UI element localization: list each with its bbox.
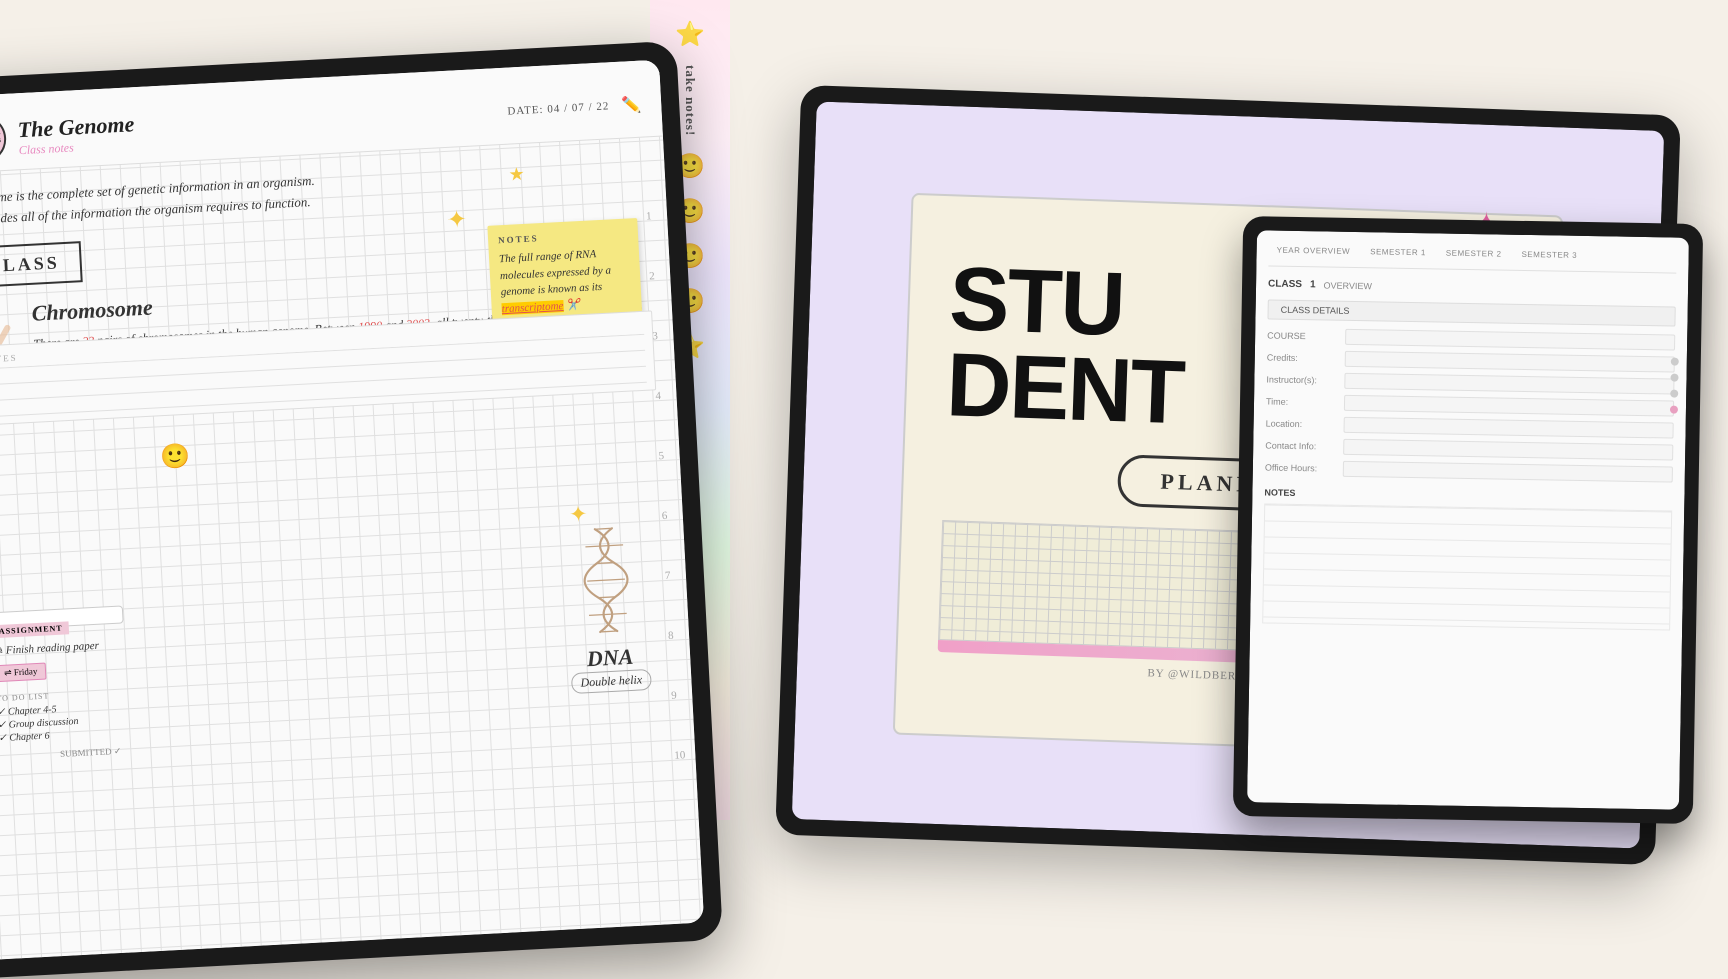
due-badge: ⇌ Friday	[0, 663, 47, 683]
right-tablet-front: YEAR OVERVIEW SEMESTER 1 SEMESTER 2 SEME…	[1233, 216, 1703, 824]
overview-link[interactable]: OVERVIEW	[1323, 280, 1372, 291]
class-detail-nav: YEAR OVERVIEW SEMESTER 1 SEMESTER 2 SEME…	[1268, 242, 1676, 273]
form-label-instructor: Instructor(s):	[1266, 374, 1336, 385]
form-input-contact[interactable]	[1343, 439, 1673, 461]
class-detail-header: CLASS 1 OVERVIEW	[1268, 278, 1676, 296]
form-input-location[interactable]	[1344, 417, 1674, 439]
form-row-location: Location:	[1266, 415, 1674, 438]
note-page: STUDY TIME FULL NOTES The Genome Class n…	[0, 60, 704, 961]
form-row-credits: Credits:	[1267, 349, 1675, 372]
row-num-4: 4	[655, 390, 667, 403]
tab-semester-2[interactable]: SEMESTER 2	[1438, 245, 1510, 261]
submitted-label: SUBMITTED ✓	[0, 746, 122, 763]
highlight-transcriptome: transcriptome	[501, 299, 563, 314]
dot-pink	[1670, 406, 1678, 414]
right-tablet-front-screen: YEAR OVERVIEW SEMESTER 1 SEMESTER 2 SEME…	[1247, 230, 1689, 809]
tab-year-overview[interactable]: YEAR OVERVIEW	[1269, 242, 1359, 259]
class-box: CLASS	[0, 241, 83, 288]
row-num-9: 9	[671, 689, 683, 702]
dna-sublabel: Double helix	[571, 669, 652, 694]
left-tablet: STUDY TIME FULL NOTES The Genome Class n…	[0, 41, 723, 979]
form-input-office[interactable]	[1343, 461, 1673, 483]
sticky-note-title: NOTES	[498, 229, 628, 246]
form-row-contact: Contact Info:	[1265, 437, 1673, 460]
form-row-instructor: Instructor(s):	[1266, 371, 1674, 394]
smiley-decoration: 🙂	[159, 442, 190, 473]
form-label-credits: Credits:	[1267, 352, 1337, 363]
note-date: DATE: 04 / 07 / 22	[507, 100, 610, 117]
form-row-office: Office Hours:	[1265, 459, 1673, 482]
side-dots	[1670, 358, 1679, 414]
star-decoration-1: ✦	[446, 205, 468, 235]
row-num-3: 3	[652, 330, 664, 343]
edit-icon[interactable]: ✏️	[621, 95, 642, 116]
planner-title: STU DENT	[945, 258, 1188, 437]
class-details-button[interactable]: CLASS DETAILS	[1267, 299, 1675, 326]
scene: ⭐ take notes! 🙂 🙂 🙂 🙂 ⭐ STUDY TIME FULL …	[0, 0, 1728, 972]
class-detail-label: CLASS	[1268, 278, 1302, 290]
dot-1	[1671, 358, 1679, 366]
dot-2	[1670, 374, 1678, 382]
row-num-1: 1	[646, 210, 658, 223]
form-label-location: Location:	[1266, 418, 1336, 429]
form-input-time[interactable]	[1344, 395, 1674, 417]
star-decoration-2: ★	[508, 164, 525, 186]
notes-section-header: NOTES	[1264, 487, 1672, 504]
assignment-tag: ASSIGNMENT	[0, 621, 69, 638]
note-intro: A genome is the complete set of genetic …	[0, 154, 646, 231]
form-input-course[interactable]	[1345, 329, 1675, 351]
form-label-time: Time:	[1266, 396, 1336, 407]
row-num-10: 10	[674, 749, 686, 762]
row-num-8: 8	[668, 629, 680, 642]
row-num-6: 6	[661, 510, 673, 523]
todo-section: TO DO LIST ✓ Chapter 4-5 ✓ Group discuss…	[0, 688, 121, 744]
dna-svg	[563, 518, 649, 642]
row-num-7: 7	[665, 569, 677, 582]
form-input-credits[interactable]	[1345, 351, 1675, 373]
sparkle-decoration: ✦	[568, 501, 588, 528]
left-tablet-screen: STUDY TIME FULL NOTES The Genome Class n…	[0, 60, 704, 961]
form-input-instructor[interactable]	[1344, 373, 1674, 395]
form-row-time: Time:	[1266, 393, 1674, 416]
form-label-course: COURSE	[1267, 330, 1337, 341]
assignment-item: ✎ Finish reading paper	[0, 638, 116, 657]
class-detail-page: YEAR OVERVIEW SEMESTER 1 SEMESTER 2 SEME…	[1247, 230, 1689, 809]
sticky-note-text: The full range of RNA molecules expresse…	[499, 244, 632, 317]
tab-semester-3[interactable]: SEMESTER 3	[1513, 247, 1585, 263]
dot-3	[1670, 390, 1678, 398]
take-notes-sticker: take notes!	[682, 65, 698, 136]
class-number: 1	[1310, 279, 1316, 290]
form-label-office: Office Hours:	[1265, 462, 1335, 473]
form-label-contact: Contact Info:	[1265, 440, 1335, 451]
row-num-2: 2	[649, 270, 661, 283]
notes-area[interactable]	[1262, 503, 1672, 630]
tab-semester-1[interactable]: SEMESTER 1	[1362, 244, 1434, 260]
logo-circle: STUDY TIME FULL NOTES	[0, 114, 7, 164]
star-sticker: ⭐	[675, 20, 705, 49]
row-num-5: 5	[658, 450, 670, 463]
assignment-box: ASSIGNMENT ✎ Finish reading paper ⇌ Frid…	[0, 605, 124, 630]
form-row-course: COURSE	[1267, 327, 1675, 350]
note-body: A genome is the complete set of genetic …	[0, 137, 677, 437]
